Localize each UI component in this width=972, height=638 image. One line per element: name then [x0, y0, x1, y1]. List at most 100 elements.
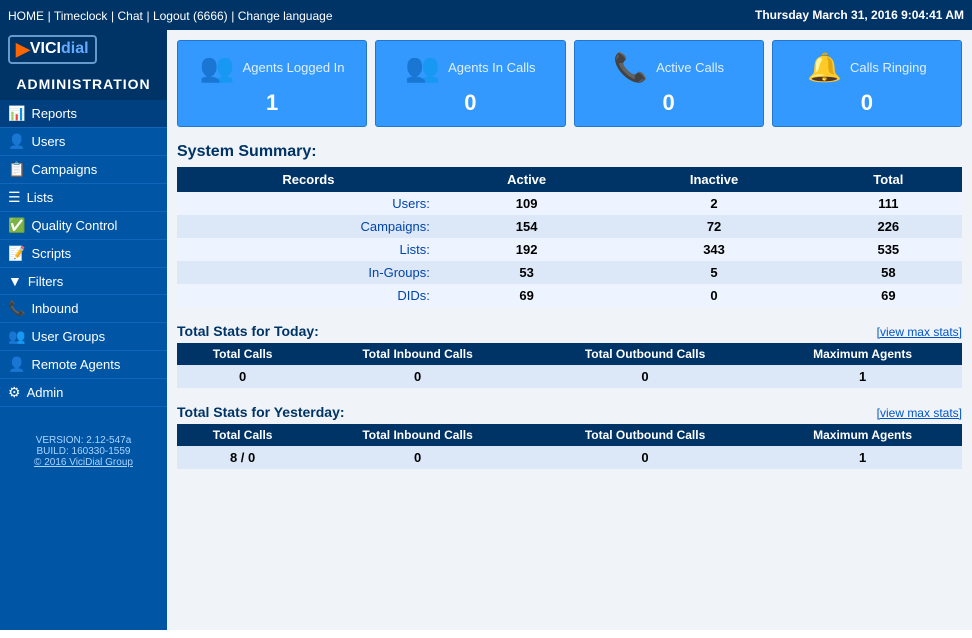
sidebar-item-campaigns[interactable]: 📋 Campaigns: [0, 156, 167, 184]
nav-timeclock[interactable]: Timeclock: [54, 9, 108, 23]
yesterday-total-calls-value: 8 / 0: [177, 446, 308, 469]
summary-row-label: Users:: [177, 192, 440, 215]
system-summary-table: Records Active Inactive Total Users: 109…: [177, 167, 962, 307]
stats-yesterday-title: Total Stats for Yesterday:: [177, 404, 345, 420]
sidebar-item-admin[interactable]: ⚙ Admin: [0, 379, 167, 407]
logo-triangle-icon: ▶: [16, 39, 30, 60]
sidebar-title: ADMINISTRATION: [0, 68, 167, 100]
system-summary-section: System Summary: Records Active Inactive …: [177, 143, 962, 307]
summary-row-inactive: 5: [613, 261, 814, 284]
agents-in-calls-icon: 👥: [405, 51, 440, 84]
summary-row-label: DIDs:: [177, 284, 440, 307]
sidebar-label-admin: Admin: [27, 385, 64, 400]
vicidial-link[interactable]: © 2016 ViciDial Group: [34, 457, 133, 468]
summary-row-inactive: 2: [613, 192, 814, 215]
stats-cards-row: 👥 Agents Logged In 1 👥 Agents In Calls 0…: [177, 40, 962, 127]
stat-card-active-calls: 📞 Active Calls 0: [574, 40, 764, 127]
yesterday-col-outbound: Total Outbound Calls: [527, 424, 763, 446]
nav-chat[interactable]: Chat: [118, 9, 143, 23]
summary-row-inactive: 72: [613, 215, 814, 238]
summary-row-label: Lists:: [177, 238, 440, 261]
sidebar-label-user-groups: User Groups: [31, 329, 105, 344]
summary-row-active: 154: [440, 215, 614, 238]
sidebar-item-remote-agents[interactable]: 👤 Remote Agents: [0, 351, 167, 379]
table-row: Users: 109 2 111: [177, 192, 962, 215]
quality-control-icon: ✅: [8, 217, 25, 234]
summary-row-label: In-Groups:: [177, 261, 440, 284]
summary-row-label: Campaigns:: [177, 215, 440, 238]
active-calls-value: 0: [663, 90, 675, 116]
stats-yesterday-table: Total Calls Total Inbound Calls Total Ou…: [177, 424, 962, 469]
today-inbound-value: 0: [308, 365, 527, 388]
sidebar-item-inbound[interactable]: 📞 Inbound: [0, 295, 167, 323]
summary-row-total: 226: [815, 215, 962, 238]
filters-icon: ▼: [8, 273, 22, 289]
sidebar-label-inbound: Inbound: [31, 301, 78, 316]
stats-today-table: Total Calls Total Inbound Calls Total Ou…: [177, 343, 962, 388]
table-row: 8 / 0 0 0 1: [177, 446, 962, 469]
table-row: 0 0 0 1: [177, 365, 962, 388]
nav-logout[interactable]: Logout (6666): [153, 9, 228, 23]
stats-today-view-max-link[interactable]: [view max stats]: [877, 325, 962, 339]
system-summary-title: System Summary:: [177, 143, 962, 161]
stats-today-section: Total Stats for Today: [view max stats] …: [177, 323, 962, 388]
sidebar-item-scripts[interactable]: 📝 Scripts: [0, 240, 167, 268]
col-total: Total: [815, 167, 962, 192]
stat-card-calls-ringing: 🔔 Calls Ringing 0: [772, 40, 962, 127]
sidebar-item-reports[interactable]: 📊 Reports: [0, 100, 167, 128]
topbar-nav: HOME | Timeclock | Chat | Logout (6666) …: [8, 8, 333, 23]
summary-row-active: 109: [440, 192, 614, 215]
nav-home[interactable]: HOME: [8, 9, 44, 23]
yesterday-max-agents-value: 1: [763, 446, 962, 469]
inbound-icon: 📞: [8, 300, 25, 317]
summary-row-total: 69: [815, 284, 962, 307]
sidebar-item-quality-control[interactable]: ✅ Quality Control: [0, 212, 167, 240]
sidebar-item-filters[interactable]: ▼ Filters: [0, 268, 167, 295]
campaigns-icon: 📋: [8, 161, 25, 178]
calls-ringing-label: Calls Ringing: [850, 60, 927, 75]
yesterday-outbound-value: 0: [527, 446, 763, 469]
yesterday-col-total-calls: Total Calls: [177, 424, 308, 446]
calls-ringing-icon: 🔔: [807, 51, 842, 84]
today-max-agents-value: 1: [763, 365, 962, 388]
logo-bar: ▶ VICIdial: [0, 30, 167, 68]
table-row: Campaigns: 154 72 226: [177, 215, 962, 238]
table-row: Lists: 192 343 535: [177, 238, 962, 261]
agents-in-calls-label: Agents In Calls: [448, 60, 535, 75]
summary-row-active: 192: [440, 238, 614, 261]
agents-logged-in-value: 1: [266, 90, 278, 116]
col-active: Active: [440, 167, 614, 192]
user-groups-icon: 👥: [8, 328, 25, 345]
logo: ▶ VICIdial: [8, 35, 97, 64]
agents-logged-in-icon: 👥: [200, 51, 235, 84]
summary-row-total: 111: [815, 192, 962, 215]
nav-change-language[interactable]: Change language: [238, 9, 333, 23]
col-inactive: Inactive: [613, 167, 814, 192]
table-row: DIDs: 69 0 69: [177, 284, 962, 307]
calls-ringing-value: 0: [861, 90, 873, 116]
sidebar-item-lists[interactable]: ☰ Lists: [0, 184, 167, 212]
today-col-max-agents: Maximum Agents: [763, 343, 962, 365]
agents-in-calls-value: 0: [464, 90, 476, 116]
yesterday-col-max-agents: Maximum Agents: [763, 424, 962, 446]
sidebar-version: VERSION: 2.12-547a BUILD: 160330-1559 © …: [0, 427, 167, 476]
sidebar-label-filters: Filters: [28, 274, 63, 289]
stats-yesterday-view-max-link[interactable]: [view max stats]: [877, 406, 962, 420]
sidebar-item-users[interactable]: 👤 Users: [0, 128, 167, 156]
sidebar-label-remote-agents: Remote Agents: [31, 357, 120, 372]
sidebar-item-user-groups[interactable]: 👥 User Groups: [0, 323, 167, 351]
remote-agents-icon: 👤: [8, 356, 25, 373]
today-col-outbound: Total Outbound Calls: [527, 343, 763, 365]
stats-yesterday-section: Total Stats for Yesterday: [view max sta…: [177, 404, 962, 469]
sidebar-label-users: Users: [31, 134, 65, 149]
summary-row-active: 69: [440, 284, 614, 307]
summary-row-inactive: 0: [613, 284, 814, 307]
stats-today-title: Total Stats for Today:: [177, 323, 319, 339]
stat-card-agents-logged-in: 👥 Agents Logged In 1: [177, 40, 367, 127]
agents-logged-in-label: Agents Logged In: [243, 60, 345, 75]
summary-row-total: 58: [815, 261, 962, 284]
sidebar-label-lists: Lists: [27, 190, 54, 205]
today-col-total-calls: Total Calls: [177, 343, 308, 365]
users-icon: 👤: [8, 133, 25, 150]
yesterday-inbound-value: 0: [308, 446, 527, 469]
